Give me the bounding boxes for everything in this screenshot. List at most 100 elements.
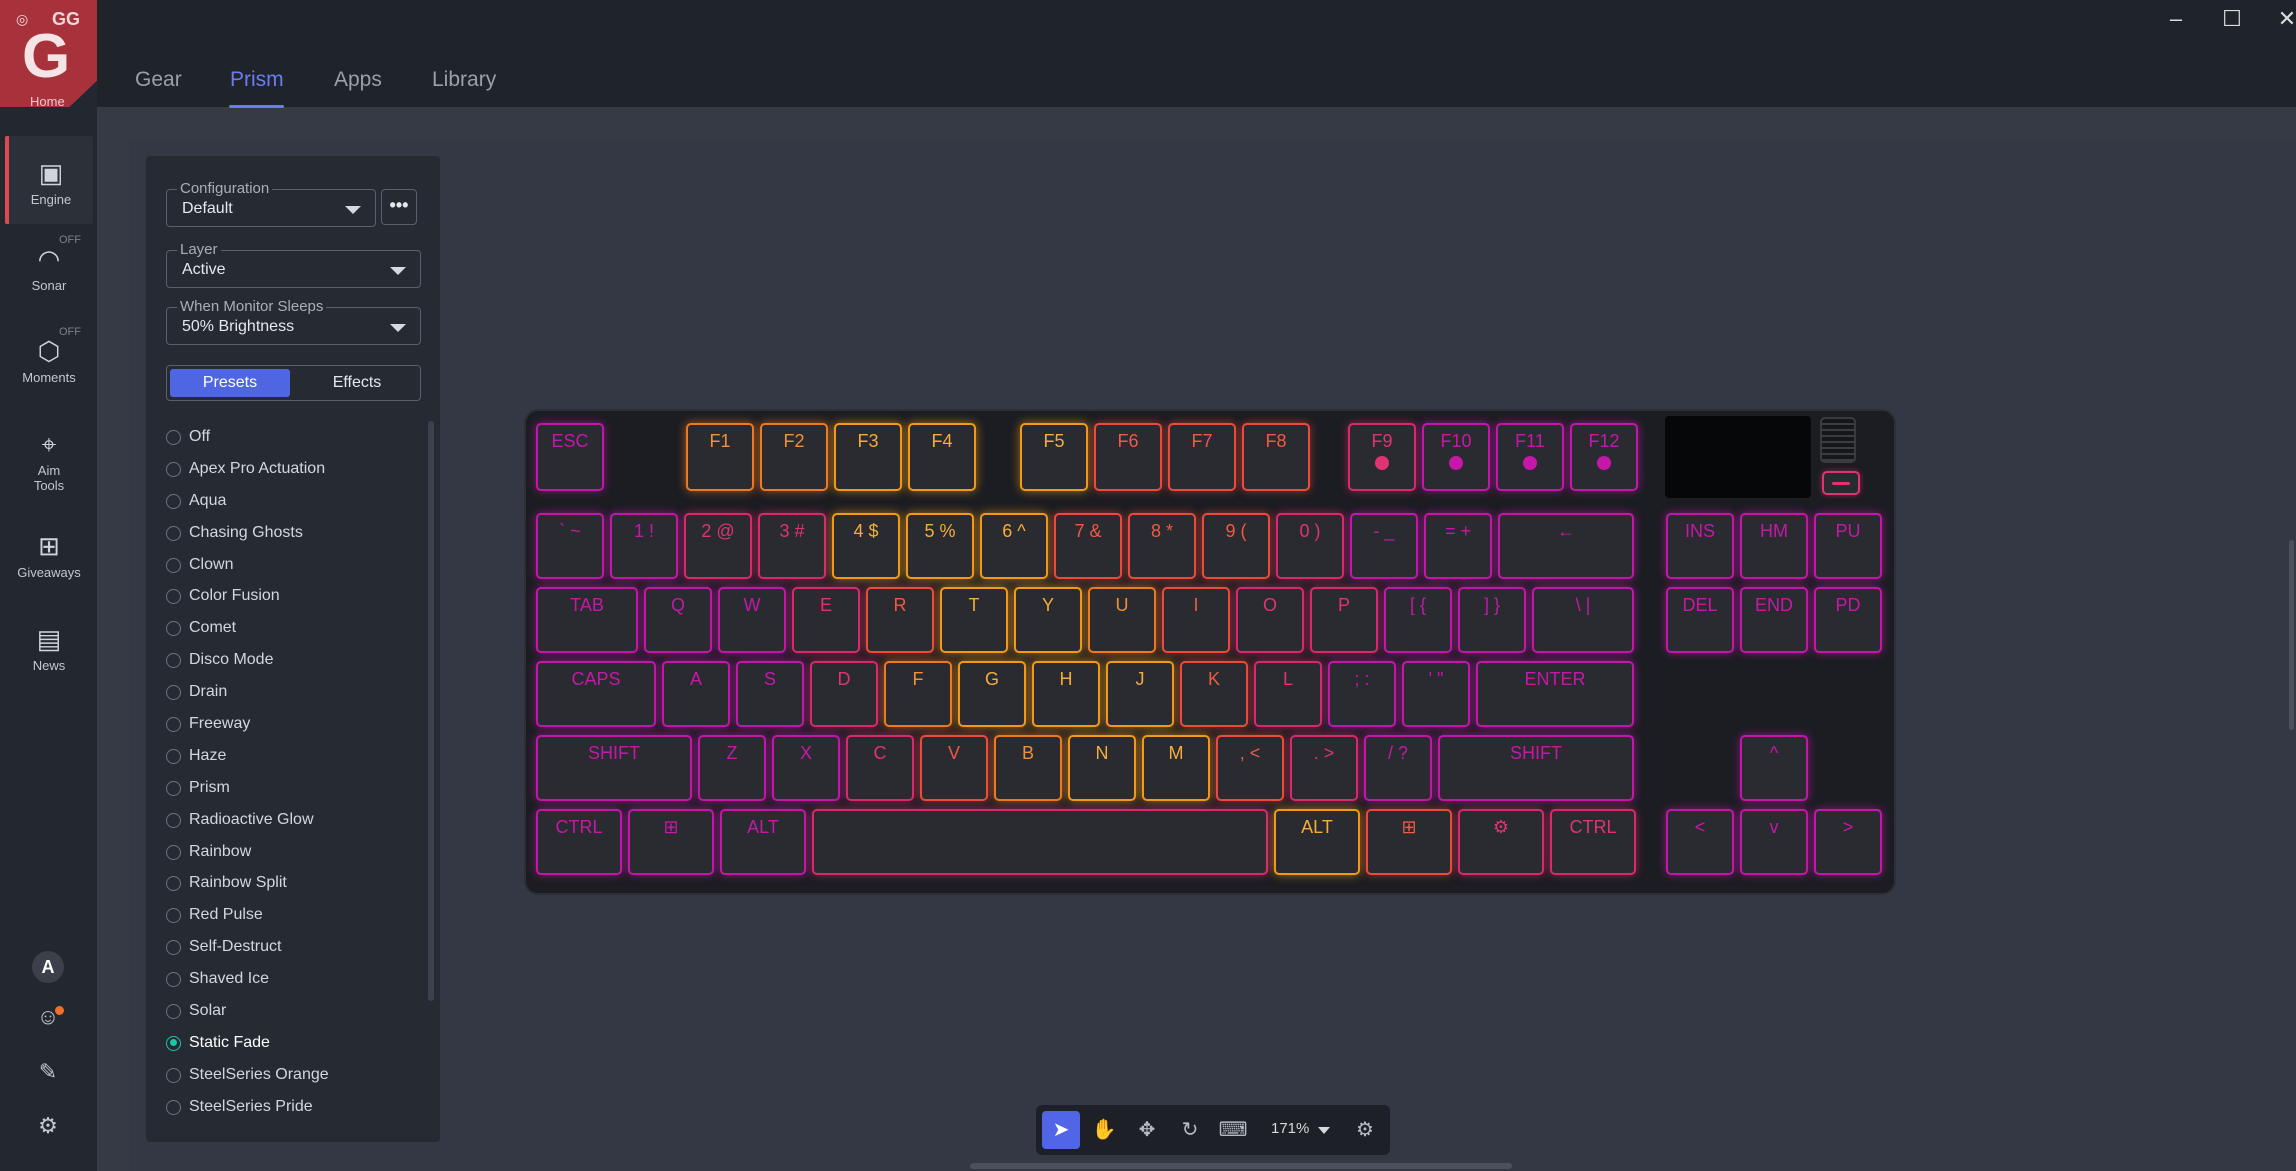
key-home-row[interactable]: ' " xyxy=(1402,661,1470,727)
account-button[interactable]: A xyxy=(30,951,66,983)
key-f2[interactable]: F2 xyxy=(760,423,828,491)
key-bottom-row[interactable]: C xyxy=(846,735,914,801)
key-number-row[interactable]: 0 ) xyxy=(1276,513,1344,579)
key-f3[interactable]: F3 xyxy=(834,423,902,491)
radio-button[interactable] xyxy=(166,589,181,605)
preset-item[interactable]: Rainbow xyxy=(166,836,416,868)
radio-button[interactable] xyxy=(166,493,181,509)
preset-item[interactable]: Shaved Ice xyxy=(166,963,416,995)
key-top-row[interactable]: O xyxy=(1236,587,1304,653)
media-button[interactable] xyxy=(1822,471,1860,495)
key-bottom-row[interactable]: / ? xyxy=(1364,735,1432,801)
key-f6[interactable]: F6 xyxy=(1094,423,1162,491)
key-modifier[interactable]: CTRL xyxy=(1550,809,1636,875)
tab-gear[interactable]: Gear xyxy=(135,68,182,92)
key-bottom-row[interactable]: , < xyxy=(1216,735,1284,801)
key-number-row[interactable]: 2 @ xyxy=(684,513,752,579)
preset-item[interactable]: Static Fade xyxy=(166,1027,416,1059)
key-home-row[interactable]: F xyxy=(884,661,952,727)
key-modifier[interactable]: ⊞ xyxy=(1366,809,1452,875)
key-top-row[interactable]: \ | xyxy=(1532,587,1634,653)
key-home-row[interactable]: L xyxy=(1254,661,1322,727)
key-modifier[interactable]: ALT xyxy=(1274,809,1360,875)
settings-button[interactable]: ⚙ xyxy=(30,1113,66,1139)
radio-button[interactable] xyxy=(166,685,181,701)
radio-button[interactable] xyxy=(166,621,181,637)
volume-wheel[interactable] xyxy=(1820,417,1856,463)
key-bottom-row[interactable]: Z xyxy=(698,735,766,801)
key-modifier[interactable]: CTRL xyxy=(536,809,622,875)
layer-dropdown[interactable]: Layer Active xyxy=(166,241,421,288)
key-home-row[interactable]: ENTER xyxy=(1476,661,1634,727)
key-arrow-right[interactable]: > xyxy=(1814,809,1882,875)
key-home-row[interactable]: H xyxy=(1032,661,1100,727)
key-top-row[interactable]: T xyxy=(940,587,1008,653)
monitor-sleeps-dropdown[interactable]: When Monitor Sleeps 50% Brightness xyxy=(166,298,421,345)
key-number-row[interactable]: 4 $ xyxy=(832,513,900,579)
discord-button[interactable]: ☺ xyxy=(30,1004,66,1030)
key-bottom-row[interactable]: B xyxy=(994,735,1062,801)
key-nav-del[interactable]: DEL xyxy=(1666,587,1734,653)
key-number-row[interactable]: ← xyxy=(1498,513,1634,579)
horizontal-scrollbar[interactable] xyxy=(970,1163,1512,1169)
radio-button[interactable] xyxy=(166,940,181,956)
key-top-row[interactable]: [ { xyxy=(1384,587,1452,653)
key-home-row[interactable]: K xyxy=(1180,661,1248,727)
key-bottom-row[interactable]: M xyxy=(1142,735,1210,801)
tab-effects[interactable]: Effects xyxy=(297,369,417,397)
preset-item[interactable]: Rainbow Split xyxy=(166,867,416,899)
key-top-row[interactable]: Y xyxy=(1014,587,1082,653)
key-number-row[interactable]: 3 # xyxy=(758,513,826,579)
key-number-row[interactable]: - _ xyxy=(1350,513,1418,579)
keyboard-layout-button[interactable]: ⌨ xyxy=(1214,1111,1252,1149)
key-nav-end[interactable]: END xyxy=(1740,587,1808,653)
settings-tool-button[interactable]: ⚙ xyxy=(1346,1111,1384,1149)
sidebar-item-moments[interactable]: OFF ⬡ Moments xyxy=(5,326,93,385)
preset-item[interactable]: SteelSeries Orange xyxy=(166,1059,416,1091)
preset-item[interactable]: Self-Destruct xyxy=(166,931,416,963)
configuration-dropdown[interactable]: Configuration Default xyxy=(166,180,376,227)
preset-item[interactable]: SteelSeries Pride xyxy=(166,1091,416,1123)
key-arrow-left[interactable]: < xyxy=(1666,809,1734,875)
preset-list-scrollbar[interactable] xyxy=(428,421,434,1001)
key-top-row[interactable]: I xyxy=(1162,587,1230,653)
key-number-row[interactable]: 7 & xyxy=(1054,513,1122,579)
radio-button[interactable] xyxy=(166,812,181,828)
key-f12[interactable]: F12 ☼ xyxy=(1570,423,1638,491)
key-f9[interactable]: F9 P xyxy=(1348,423,1416,491)
radio-button[interactable] xyxy=(166,1099,181,1115)
key-nav-hm[interactable]: HM xyxy=(1740,513,1808,579)
radio-button[interactable] xyxy=(166,844,181,860)
radio-button[interactable] xyxy=(166,780,181,796)
radio-button[interactable] xyxy=(166,972,181,988)
key-modifier[interactable]: ⊞ xyxy=(628,809,714,875)
preset-item[interactable]: Off xyxy=(166,421,416,453)
key-top-row[interactable]: E xyxy=(792,587,860,653)
radio-button[interactable] xyxy=(166,653,181,669)
preset-item[interactable]: Disco Mode xyxy=(166,644,416,676)
radio-button[interactable] xyxy=(166,461,181,477)
key-nav-ins[interactable]: INS xyxy=(1666,513,1734,579)
key-number-row[interactable]: 1 ! xyxy=(610,513,678,579)
key-nav-pd[interactable]: PD xyxy=(1814,587,1882,653)
key-arrow-down[interactable]: v xyxy=(1740,809,1808,875)
key-number-row[interactable]: ` ~ xyxy=(536,513,604,579)
preset-item[interactable]: Prism xyxy=(166,772,416,804)
radio-button[interactable] xyxy=(166,748,181,764)
tab-library[interactable]: Library xyxy=(432,68,496,92)
chevron-down-icon[interactable] xyxy=(1318,1127,1330,1134)
minimize-button[interactable]: – xyxy=(2156,6,2196,32)
preset-item[interactable]: Solar xyxy=(166,995,416,1027)
radio-button[interactable] xyxy=(166,1004,181,1020)
sidebar-item-sonar[interactable]: OFF ◠ Sonar xyxy=(5,234,93,293)
feedback-button[interactable]: ✎ xyxy=(30,1059,66,1085)
key-number-row[interactable]: 6 ^ xyxy=(980,513,1048,579)
preset-item[interactable]: Aqua xyxy=(166,485,416,517)
key-number-row[interactable]: 8 * xyxy=(1128,513,1196,579)
preset-item[interactable]: Color Fusion xyxy=(166,580,416,612)
reset-view-button[interactable]: ↻ xyxy=(1171,1111,1209,1149)
key-home-row[interactable]: D xyxy=(810,661,878,727)
close-button[interactable]: ✕ xyxy=(2267,6,2296,32)
key-bottom-row[interactable]: N xyxy=(1068,735,1136,801)
key-number-row[interactable]: = + xyxy=(1424,513,1492,579)
